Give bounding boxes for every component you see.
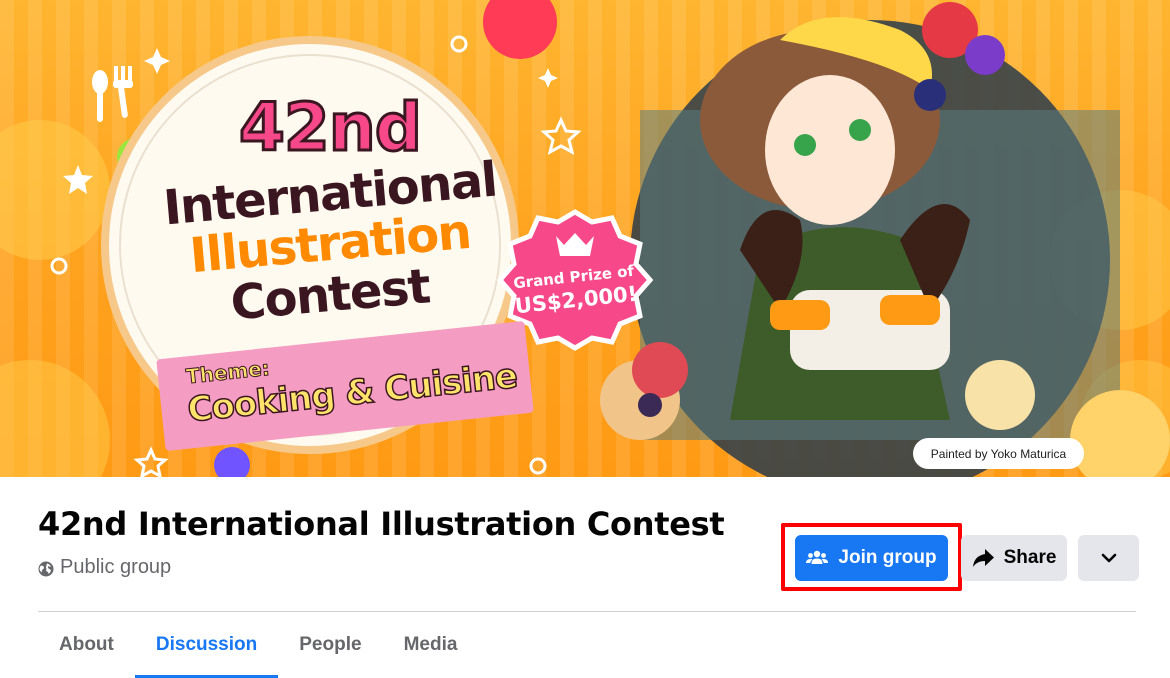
- tab-about[interactable]: About: [38, 612, 135, 678]
- tab-discussion-label: Discussion: [155, 634, 258, 655]
- cover-photo: 42nd International Illustration Contest …: [0, 0, 1170, 477]
- group-title: 42nd International Illustration Contest: [38, 505, 725, 543]
- join-group-icon: [806, 550, 829, 564]
- group-privacy-label: Public group: [60, 556, 172, 578]
- group-page: 42nd International Illustration Contest …: [0, 0, 1170, 678]
- tab-about-label: About: [59, 634, 114, 655]
- group-privacy: Public group: [38, 556, 171, 579]
- cover-headline-number: 42nd: [237, 89, 423, 166]
- painter-credit-badge: Painted by Yoko Maturica: [913, 438, 1084, 469]
- globe-icon: [38, 560, 54, 576]
- share-label: Share: [1003, 547, 1057, 568]
- tab-media-label: Media: [403, 634, 458, 655]
- join-group-label: Join group: [838, 547, 937, 568]
- tab-discussion[interactable]: Discussion: [134, 612, 279, 678]
- tab-media[interactable]: Media: [383, 612, 479, 678]
- share-arrow-icon: [972, 549, 994, 567]
- tab-people[interactable]: People: [278, 612, 382, 678]
- group-tabs: About Discussion People Media: [38, 612, 478, 678]
- cover-headline: 42nd International Illustration Contest: [150, 89, 510, 331]
- join-group-button[interactable]: Join group: [795, 535, 948, 581]
- chevron-down-icon: [1101, 553, 1116, 563]
- more-options-button[interactable]: [1078, 535, 1139, 581]
- tab-people-label: People: [299, 634, 362, 655]
- share-button[interactable]: Share: [961, 535, 1067, 581]
